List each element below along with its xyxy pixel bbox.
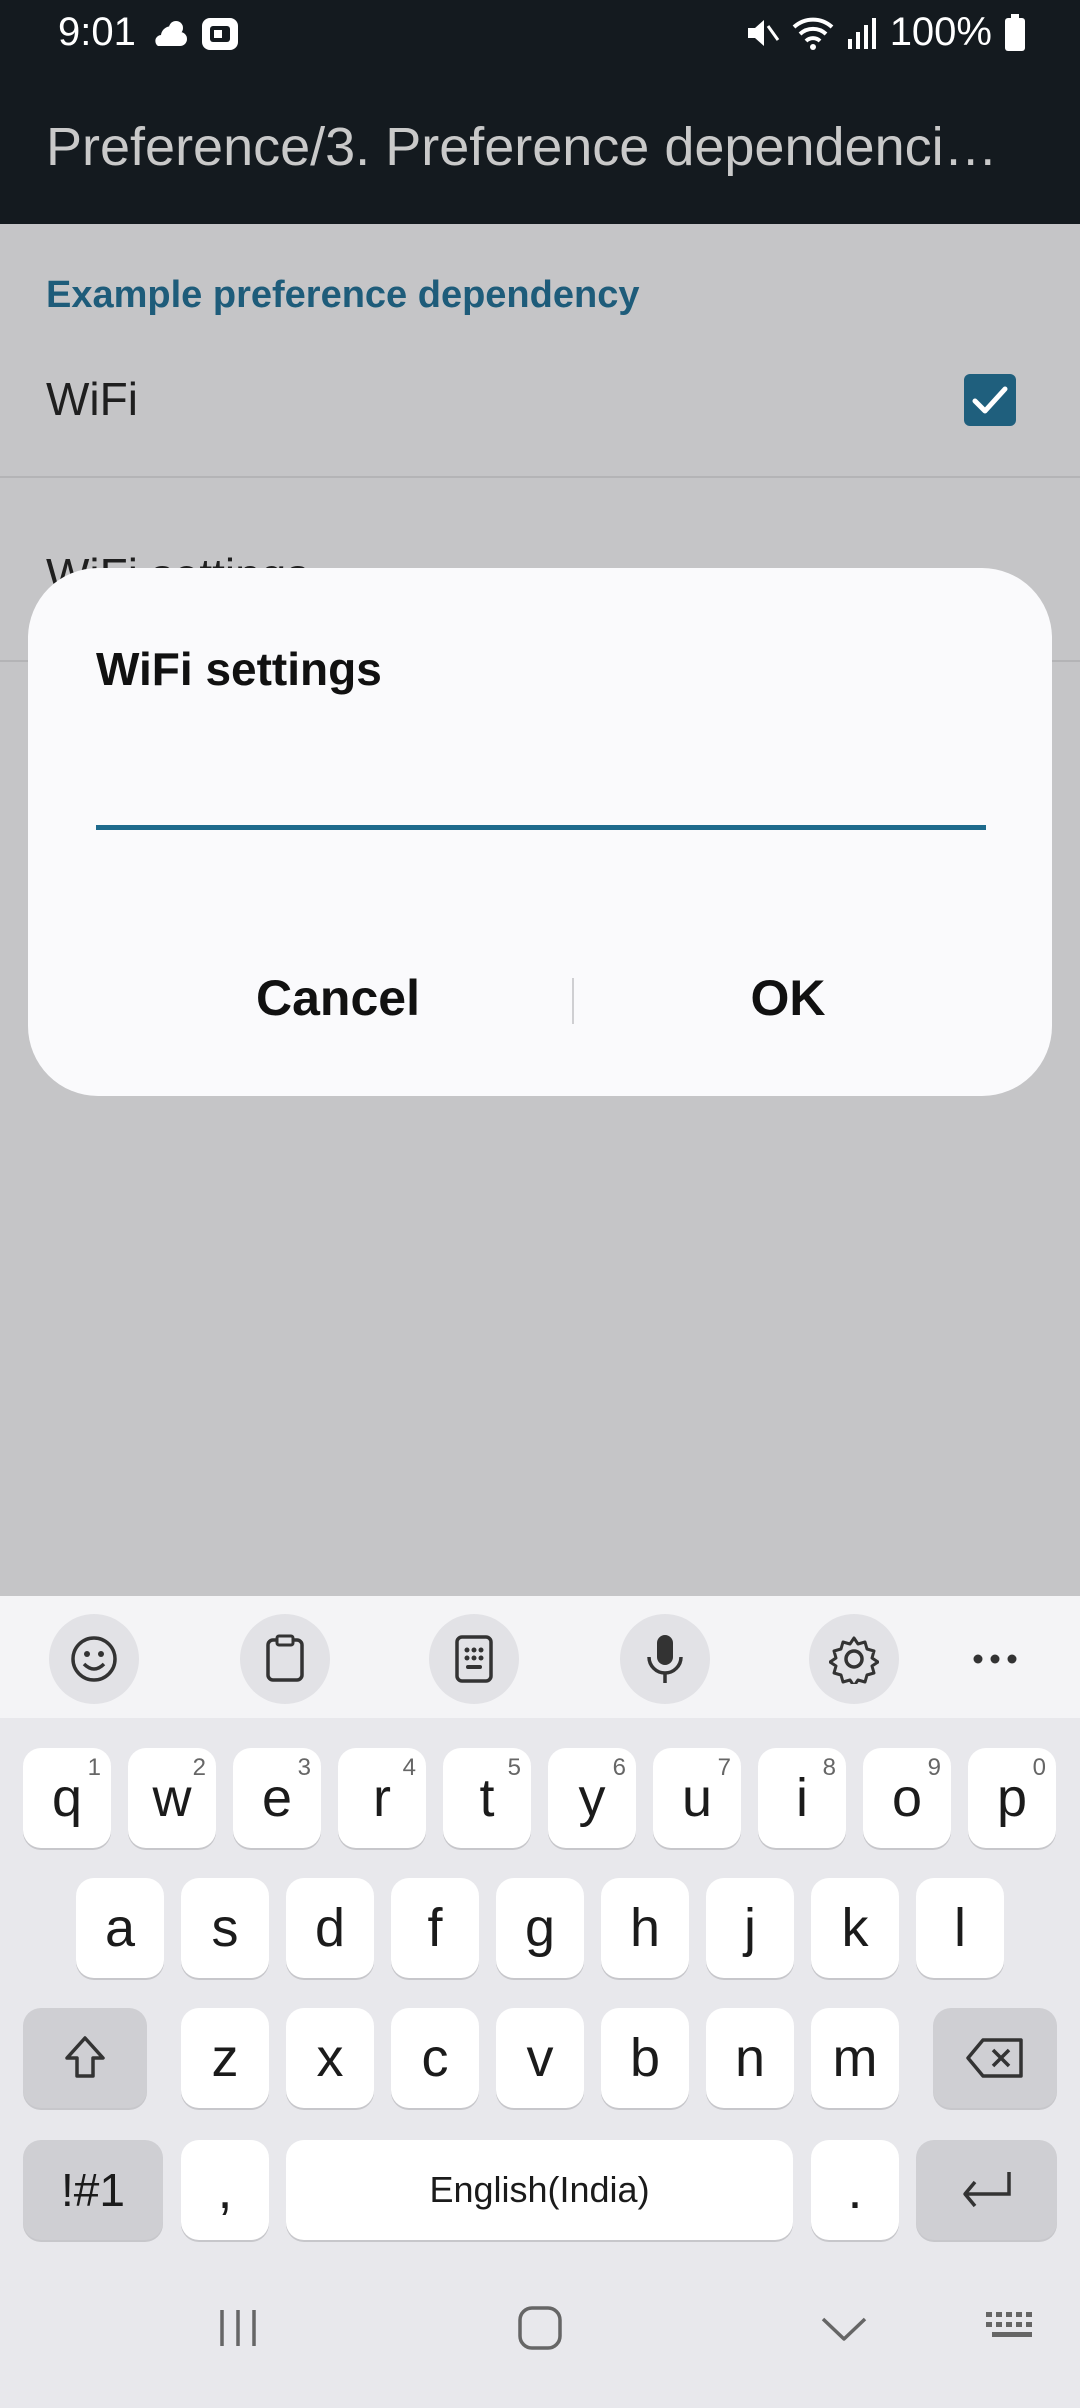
key-b[interactable]: b [601, 2008, 689, 2108]
recents-button[interactable] [198, 2288, 278, 2368]
more-options-button[interactable] [950, 1614, 1040, 1704]
keyboard-toolbar [0, 1596, 1080, 1718]
status-time: 9:01 [58, 10, 136, 54]
status-system-icons: 100% [744, 10, 1026, 55]
microphone-icon [647, 1635, 683, 1683]
wifi-settings-input[interactable] [96, 748, 986, 830]
key-g[interactable]: g [496, 1878, 584, 1978]
mute-icon [747, 19, 779, 46]
keyboard-settings-button[interactable] [809, 1614, 899, 1704]
enter-icon [962, 2172, 1011, 2208]
keyboard-switch-button[interactable] [972, 2288, 1052, 2368]
back-icon [821, 2317, 867, 2341]
key-w[interactable]: w2 [128, 1748, 216, 1848]
more-icon [973, 1654, 1017, 1664]
key-h[interactable]: h [601, 1878, 689, 1978]
key-q[interactable]: q1 [23, 1748, 111, 1848]
settings-icon [829, 1636, 879, 1684]
emoji-button[interactable] [49, 1614, 139, 1704]
dialog-button-bar: Cancel OK [28, 948, 1052, 1058]
key-y[interactable]: y6 [548, 1748, 636, 1848]
battery-icon [1005, 13, 1025, 51]
soft-keyboard: q1 w2 e3 r4 t5 y6 u7 i8 o9 p0 a s d f g … [0, 1596, 1080, 2408]
home-button[interactable] [500, 2288, 580, 2368]
page-title: Preference/3. Preference dependenci… [46, 117, 998, 177]
keypad-icon [455, 1635, 493, 1683]
recents-icon [220, 2310, 256, 2346]
key-v[interactable]: v [496, 2008, 584, 2108]
key-r[interactable]: r4 [338, 1748, 426, 1848]
key-d[interactable]: d [286, 1878, 374, 1978]
symbols-key[interactable]: !#1 [23, 2140, 163, 2240]
key-a[interactable]: a [76, 1878, 164, 1978]
enter-key[interactable] [916, 2140, 1057, 2240]
keypad-button[interactable] [429, 1614, 519, 1704]
app-bar: Preference/3. Preference dependenci… [0, 72, 1080, 224]
edit-text-dialog: WiFi settings Cancel OK [28, 568, 1052, 1096]
key-period[interactable]: . [811, 2140, 899, 2240]
navigation-bar [0, 2248, 1080, 2408]
dialog-title: WiFi settings [96, 643, 382, 695]
status-bar: 9:01 100% [0, 0, 1080, 72]
key-c[interactable]: c [391, 2008, 479, 2108]
preference-wifi-label: WiFi [46, 373, 138, 425]
key-t[interactable]: t5 [443, 1748, 531, 1848]
battery-percent: 100% [889, 10, 992, 54]
checkmark-icon [972, 386, 1008, 414]
key-f[interactable]: f [391, 1878, 479, 1978]
emoji-icon [71, 1636, 117, 1682]
cancel-button[interactable]: Cancel [118, 948, 558, 1048]
cloud-sun-icon [155, 21, 187, 46]
key-comma[interactable]: , [181, 2140, 269, 2240]
space-key[interactable]: English(India) [286, 2140, 793, 2240]
key-u[interactable]: u7 [653, 1748, 741, 1848]
backspace-icon [966, 2038, 1023, 2078]
key-x[interactable]: x [286, 2008, 374, 2108]
key-e[interactable]: e3 [233, 1748, 321, 1848]
home-icon [518, 2306, 562, 2350]
back-button[interactable] [804, 2288, 884, 2368]
clipboard-button[interactable] [240, 1614, 330, 1704]
app-notification-icon [202, 18, 238, 50]
key-j[interactable]: j [706, 1878, 794, 1978]
voice-input-button[interactable] [620, 1614, 710, 1704]
shift-key[interactable] [23, 2008, 147, 2108]
shift-icon [65, 2036, 105, 2078]
key-i[interactable]: i8 [758, 1748, 846, 1848]
key-z[interactable]: z [181, 2008, 269, 2108]
wifi-icon [792, 17, 834, 50]
wifi-checkbox[interactable] [964, 374, 1016, 426]
key-s[interactable]: s [181, 1878, 269, 1978]
clipboard-icon [266, 1634, 304, 1682]
keyboard-switch-icon [986, 2312, 1032, 2337]
key-n[interactable]: n [706, 2008, 794, 2108]
preference-category-title: Example preference dependency [46, 274, 640, 316]
key-k[interactable]: k [811, 1878, 899, 1978]
signal-icon [847, 17, 876, 49]
key-o[interactable]: o9 [863, 1748, 951, 1848]
status-notification-icons [150, 16, 240, 52]
backspace-key[interactable] [933, 2008, 1057, 2108]
preference-wifi[interactable]: WiFi [0, 324, 1080, 478]
key-p[interactable]: p0 [968, 1748, 1056, 1848]
key-m[interactable]: m [811, 2008, 899, 2108]
key-l[interactable]: l [916, 1878, 1004, 1978]
ok-button[interactable]: OK [568, 948, 1008, 1048]
